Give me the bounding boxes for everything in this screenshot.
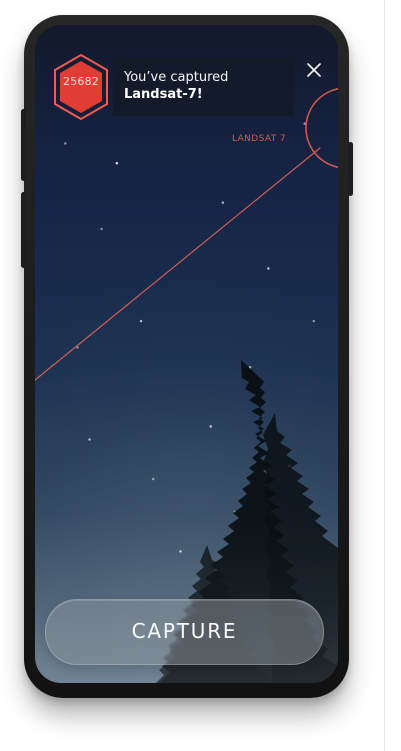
notification-line2: Landsat-7! — [124, 87, 203, 102]
satellite-track-overlay — [35, 88, 338, 381]
badge-value: 25682 — [63, 75, 99, 88]
power-button — [348, 142, 353, 196]
capture-label: CAPTURE — [131, 619, 238, 643]
phone-frame: 25682 You’ve captured Landsat-7! LANDSAT… — [21, 15, 353, 698]
satellite-label: LANDSAT 7 — [232, 134, 287, 144]
volume-down-button — [21, 192, 26, 268]
capture-button[interactable]: CAPTURE — [45, 599, 324, 665]
close-button[interactable] — [304, 60, 324, 80]
capture-notification: You’ve captured Landsat-7! — [113, 58, 294, 116]
volume-up-button — [21, 109, 26, 181]
badge: 25682 — [51, 53, 111, 121]
notification-line1: You’ve captured — [124, 70, 229, 85]
close-icon — [307, 63, 321, 77]
page: 25682 You’ve captured Landsat-7! LANDSAT… — [0, 0, 401, 751]
orbit-line — [35, 147, 321, 381]
camera-screen: 25682 You’ve captured Landsat-7! LANDSAT… — [35, 25, 338, 683]
page-divider — [384, 0, 385, 751]
